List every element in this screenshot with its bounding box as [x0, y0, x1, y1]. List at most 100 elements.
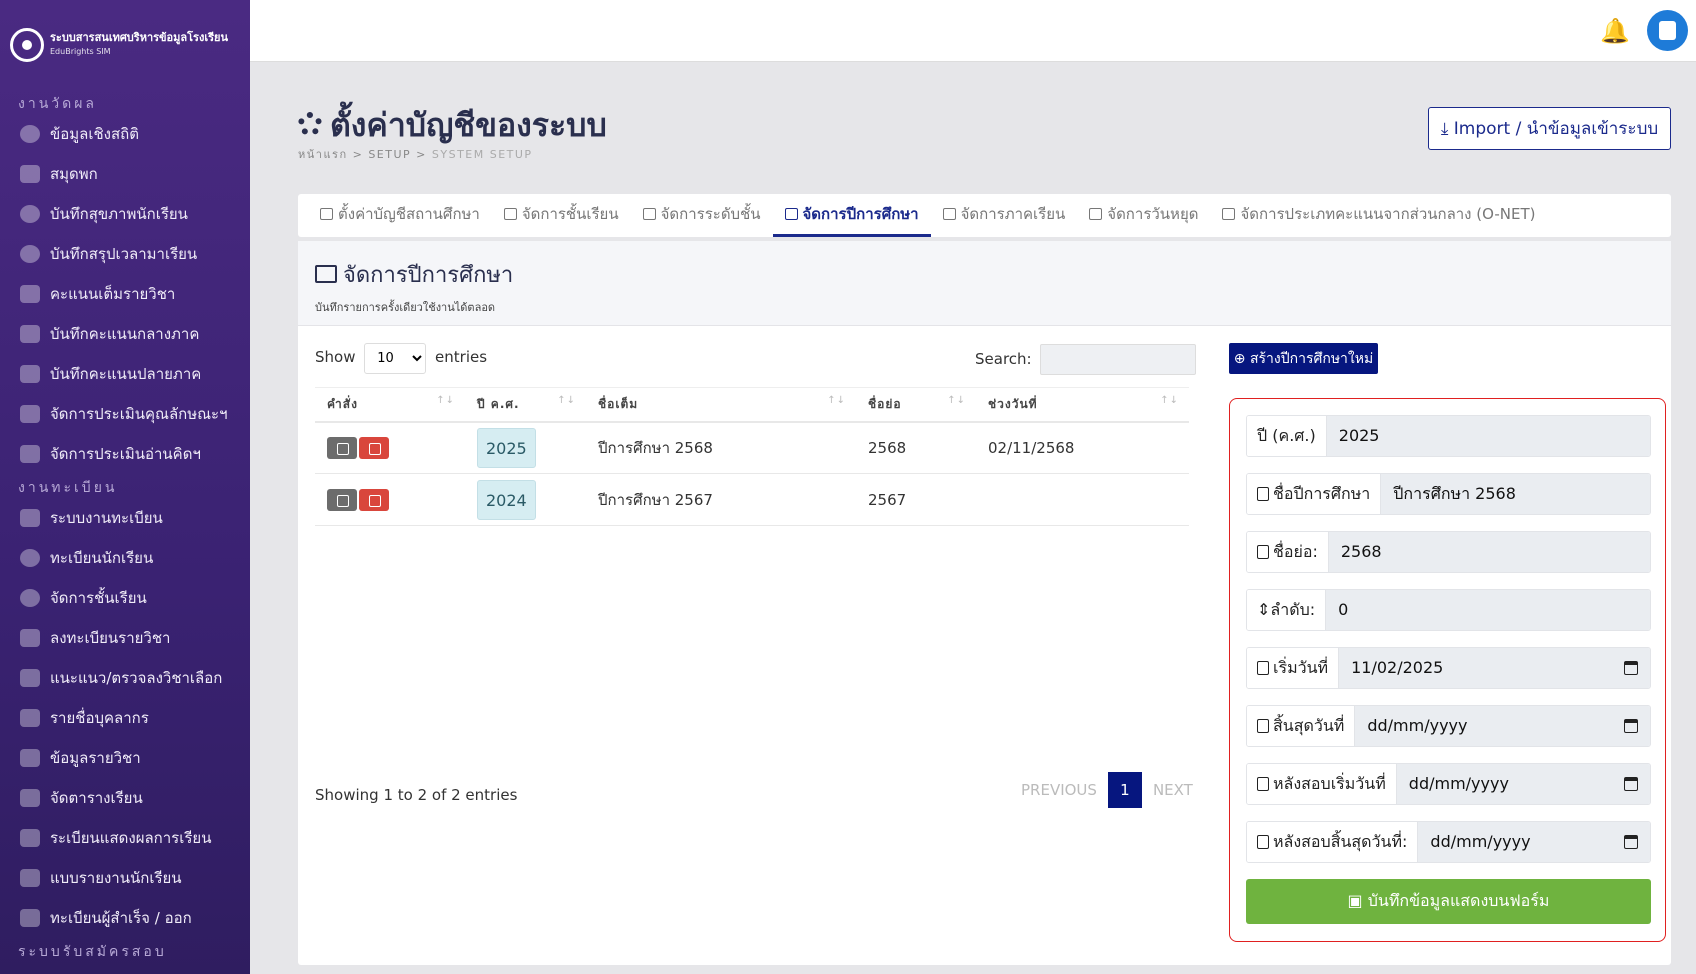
calendar-picker-icon[interactable] — [1624, 835, 1638, 849]
card-title: จัดการปีการศึกษา — [315, 257, 1671, 292]
academic-year-table: คำสั่ง ↑↓ ปี ค.ศ. ↑↓ ชื่อเต็ม ↑↓ ชื่อย่อ ↑↓ … — [315, 387, 1189, 526]
pagination: PREVIOUS 1 NEXT — [1010, 772, 1204, 808]
save-icon: ▣ — [1347, 891, 1368, 910]
breadcrumb-home[interactable]: หน้าแรก — [298, 148, 348, 161]
sidebar-item-reading[interactable]: จัดการประเมินอ่านคิดฯ — [0, 434, 250, 474]
list-icon — [20, 509, 40, 527]
trash-icon[interactable] — [359, 488, 389, 511]
academic-year-form: ปี (ค.ศ.) 2025 ชื่อปีการศึกษา ปีการศึกษา… — [1229, 398, 1666, 942]
sidebar-section-title: งานทะเบียน — [18, 480, 118, 496]
user-avatar-icon[interactable] — [1647, 10, 1688, 51]
tab-classes[interactable]: จัดการชั้นเรียน — [492, 194, 631, 237]
sidebar-item-full-score[interactable]: คะแนนเต็มรายวิชา — [0, 274, 250, 314]
edit-icon[interactable] — [327, 436, 357, 459]
face-icon — [20, 549, 40, 567]
tab-semesters[interactable]: จัดการภาคเรียน — [931, 194, 1078, 237]
sort-icon: ↑↓ — [827, 394, 846, 406]
list-icon — [642, 208, 656, 220]
shield-icon — [20, 245, 40, 263]
column-actions[interactable]: คำสั่ง ↑↓ — [315, 387, 465, 423]
field-start-date: เริ่มวันที่ 11/02/2025 — [1246, 647, 1651, 689]
tab-holidays[interactable]: จัดการวันหยุด — [1077, 194, 1210, 237]
tab-onet-score-types[interactable]: จัดการประเภทคะแนนจากส่วนกลาง (O-NET) — [1210, 194, 1547, 237]
page-size-select[interactable]: 10 — [364, 343, 427, 374]
file-icon — [1257, 487, 1269, 501]
page-size-control: Show 10 entries — [315, 343, 487, 374]
sidebar-item-course-registration[interactable]: ลงทะเบียนรายวิชา — [0, 618, 250, 658]
table-row: 2025 ปีการศึกษา 2568 2568 02/11/2568 — [315, 421, 1189, 474]
sidebar-item-classes[interactable]: จัดการชั้นเรียน — [0, 578, 250, 618]
edit-icon[interactable] — [327, 488, 357, 511]
gear-icon — [320, 208, 333, 220]
sidebar-item-report-book[interactable]: สมุดพก — [0, 154, 250, 194]
column-date-range[interactable]: ช่วงวันที่ ↑↓ — [976, 387, 1189, 423]
pager-page-1[interactable]: 1 — [1107, 772, 1142, 808]
sidebar-item-characteristics[interactable]: จัดการประเมินคุณลักษณะฯ — [0, 394, 250, 434]
sidebar-item-final[interactable]: บันทึกคะแนนปลายภาค — [0, 354, 250, 394]
sort-icon: ↑↓ — [947, 394, 966, 406]
search-input[interactable] — [1040, 344, 1197, 375]
year-badge: 2025 — [477, 427, 536, 468]
shield-icon — [20, 205, 40, 223]
pager-next[interactable]: NEXT — [1142, 772, 1204, 808]
sidebar-item-midterm[interactable]: บันทึกคะแนนกลางภาค — [0, 314, 250, 354]
tab-levels[interactable]: จัดการระดับชั้น — [631, 194, 773, 237]
calendar-picker-icon[interactable] — [1624, 777, 1638, 791]
order-input[interactable]: 0 — [1326, 590, 1650, 630]
end-date-input[interactable]: dd/mm/yyyy — [1355, 706, 1650, 746]
cell-date-range — [976, 473, 1189, 526]
column-short-name[interactable]: ชื่อย่อ ↑↓ — [856, 387, 976, 423]
gear-icon — [298, 112, 322, 136]
full-name-input[interactable]: ปีการศึกษา 2568 — [1381, 474, 1650, 514]
book-icon — [20, 325, 40, 343]
post-exam-end-input[interactable]: dd/mm/yyyy — [1418, 822, 1650, 862]
calendar-icon — [1257, 661, 1269, 675]
sidebar-section-title: ระบบรับสมัครสอบ — [18, 944, 167, 960]
post-exam-start-input[interactable]: dd/mm/yyyy — [1396, 764, 1650, 804]
sidebar-item-staff[interactable]: รายชื่อบุคลากร — [0, 698, 250, 738]
cell-full-name: ปีการศึกษา 2568 — [586, 421, 856, 474]
sidebar-section-title: งานวัดผล — [18, 96, 98, 112]
breadcrumb-setup[interactable]: SETUP — [368, 148, 411, 161]
sidebar-item-guidance[interactable]: แนะแนว/ตรวจลงวิชาเลือก — [0, 658, 250, 698]
sidebar-item-registry-system[interactable]: ระบบงานทะเบียน — [0, 498, 250, 538]
cell-short-name: 2567 — [856, 473, 976, 526]
column-year[interactable]: ปี ค.ศ. ↑↓ — [465, 387, 586, 423]
sidebar-item-health[interactable]: บันทึกสุขภาพนักเรียน — [0, 194, 250, 234]
field-year: ปี (ค.ศ.) 2025 — [1246, 415, 1651, 457]
year-badge: 2024 — [477, 479, 536, 520]
sort-icon: ⇕ — [1257, 600, 1271, 619]
sidebar-item-attendance[interactable]: บันทึกสรุปเวลามาเรียน — [0, 234, 250, 274]
sidebar-item-transcript[interactable]: ระเบียนแสดงผลการเรียน — [0, 818, 250, 858]
sidebar-item-subjects[interactable]: ข้อมูลรายวิชา — [0, 738, 250, 778]
table-row: 2024 ปีการศึกษา 2567 2567 — [315, 473, 1189, 526]
calendar-picker-icon[interactable] — [1624, 719, 1638, 733]
year-input[interactable]: 2025 — [1326, 416, 1650, 456]
sidebar-item-timetable[interactable]: จัดตารางเรียน — [0, 778, 250, 818]
save-button[interactable]: ▣ บันทึกข้อมูลแสดงบนฟอร์ม — [1246, 879, 1651, 924]
trash-icon[interactable] — [359, 436, 389, 459]
create-academic-year-button[interactable]: ⊕ สร้างปีการศึกษาใหม่ — [1229, 343, 1378, 374]
book-icon — [20, 405, 40, 423]
table-header-row: คำสั่ง ↑↓ ปี ค.ศ. ↑↓ ชื่อเต็ม ↑↓ ชื่อย่อ ↑↓ … — [315, 387, 1189, 423]
calendar-picker-icon[interactable] — [1624, 661, 1638, 675]
start-date-input[interactable]: 11/02/2025 — [1339, 648, 1650, 688]
sidebar-item-graduates[interactable]: ทะเบียนผู้สำเร็จ / ออก — [0, 898, 250, 938]
column-full-name[interactable]: ชื่อเต็ม ↑↓ — [586, 387, 856, 423]
checklist-icon — [20, 629, 40, 647]
sidebar-item-statistics[interactable]: ข้อมูลเชิงสถิติ — [0, 114, 250, 154]
brand-logo-icon — [10, 28, 44, 62]
list-icon — [1222, 208, 1236, 220]
tab-academic-years[interactable]: จัดการปีการศึกษา — [772, 194, 931, 237]
short-name-input[interactable]: 2568 — [1328, 532, 1650, 572]
bell-icon[interactable]: 🔔 — [1600, 17, 1630, 45]
topbar: 🔔 — [250, 0, 1696, 62]
sidebar-item-student-report[interactable]: แบบรายงานนักเรียน — [0, 858, 250, 898]
brand[interactable]: ระบบสารสนเทศบริหารข้อมูลโรงเรียน EduBrig… — [0, 0, 250, 90]
brand-sub: EduBrights SIM — [50, 47, 111, 56]
sidebar-item-student-registry[interactable]: ทะเบียนนักเรียน — [0, 538, 250, 578]
import-button[interactable]: ⤓ Import / นำข้อมูลเข้าระบบ — [1428, 107, 1671, 150]
calendar-icon — [1257, 835, 1269, 849]
tab-school-account[interactable]: ตั้งค่าบัญชีสถานศึกษา — [308, 194, 492, 237]
pager-previous[interactable]: PREVIOUS — [1010, 772, 1108, 808]
